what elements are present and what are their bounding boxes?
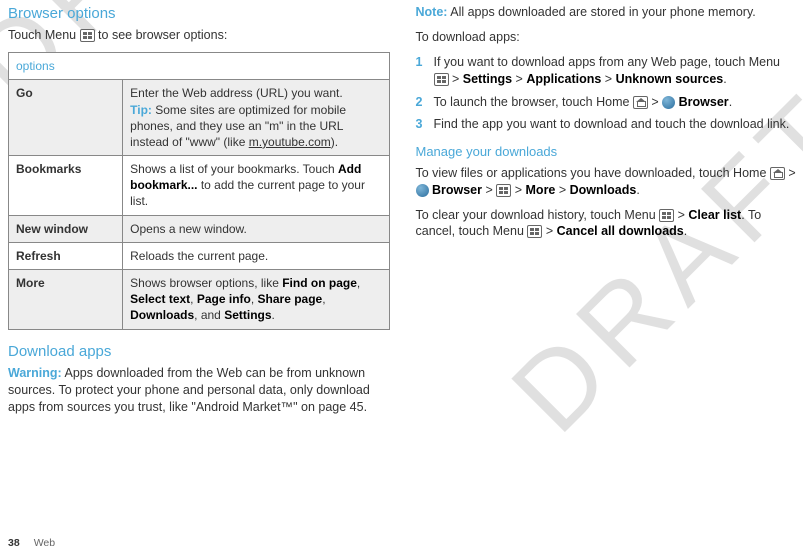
row-text: Shows a list of your bookmarks. Touch xyxy=(130,162,338,176)
clear-bold: Cancel all downloads xyxy=(557,224,684,238)
step-bold: Applications xyxy=(526,72,601,86)
row-desc: Reloads the current page. xyxy=(123,242,389,269)
table-row: New window Opens a new window. xyxy=(9,215,390,242)
row-bold: Downloads xyxy=(130,308,194,322)
note-label: Note: xyxy=(416,5,448,19)
menu-icon xyxy=(659,209,674,222)
view-bold: More xyxy=(526,183,556,197)
globe-icon xyxy=(662,96,675,109)
download-apps-heading: Download apps xyxy=(8,342,390,362)
row-text: Enter the Web address (URL) you want. xyxy=(130,86,343,100)
row-desc: Shows browser options, like Find on page… xyxy=(123,270,389,330)
home-icon xyxy=(633,96,648,109)
table-row: Bookmarks Shows a list of your bookmarks… xyxy=(9,156,390,216)
step-bold: Unknown sources xyxy=(616,72,724,86)
list-item: To launch the browser, touch Home > Brow… xyxy=(416,94,798,111)
note-text: All apps downloaded are stored in your p… xyxy=(447,5,755,19)
view-downloads-para: To view files or applications you have d… xyxy=(416,165,798,199)
menu-icon xyxy=(496,184,511,197)
row-label: Bookmarks xyxy=(9,156,123,216)
menu-icon xyxy=(434,73,449,86)
row-bold: Select text xyxy=(130,292,190,306)
intro-line: Touch Menu to see browser options: xyxy=(8,27,390,44)
browser-options-heading: Browser options xyxy=(8,4,390,24)
intro-post: to see browser options: xyxy=(95,28,228,42)
step-text: If you want to download apps from any We… xyxy=(434,55,781,69)
manage-downloads-heading: Manage your downloads xyxy=(416,143,798,161)
row-label: Refresh xyxy=(9,242,123,269)
row-bold: Share page xyxy=(258,292,323,306)
clear-bold: Clear list xyxy=(688,208,741,222)
row-label: Go xyxy=(9,80,123,156)
view-bold: Browser xyxy=(432,183,482,197)
tip-link: m.youtube.com xyxy=(249,135,331,149)
view-text: To view files or applications you have d… xyxy=(416,166,770,180)
warning-para: Warning: Apps downloaded from the Web ca… xyxy=(8,365,390,416)
row-label: More xyxy=(9,270,123,330)
intro-pre: Touch Menu xyxy=(8,28,80,42)
list-item: Find the app you want to download and to… xyxy=(416,116,798,133)
step-bold: Settings xyxy=(463,72,512,86)
view-bold: Downloads xyxy=(570,183,637,197)
tip-label: Tip: xyxy=(130,103,152,117)
row-bold: Find on page xyxy=(282,276,357,290)
table-row: Go Enter the Web address (URL) you want.… xyxy=(9,80,390,156)
row-bold: Settings xyxy=(224,308,271,322)
download-steps: If you want to download apps from any We… xyxy=(416,54,798,134)
to-download-line: To download apps: xyxy=(416,29,798,46)
warning-label: Warning: xyxy=(8,366,62,380)
table-row: More Shows browser options, like Find on… xyxy=(9,270,390,330)
options-table: options Go Enter the Web address (URL) y… xyxy=(8,52,390,329)
clear-downloads-para: To clear your download history, touch Me… xyxy=(416,207,798,241)
warning-text: Apps downloaded from the Web can be from… xyxy=(8,366,370,414)
row-label: New window xyxy=(9,215,123,242)
step-bold: Browser xyxy=(679,95,729,109)
tip-close: ). xyxy=(331,135,338,149)
step-text: To launch the browser, touch Home xyxy=(434,95,633,109)
globe-icon xyxy=(416,184,429,197)
row-bold: Page info xyxy=(197,292,251,306)
home-icon xyxy=(770,167,785,180)
note-para: Note: All apps downloaded are stored in … xyxy=(416,4,798,21)
page-footer: 38 Web xyxy=(8,536,55,550)
table-header: options xyxy=(9,53,390,80)
list-item: If you want to download apps from any We… xyxy=(416,54,798,88)
page-number: 38 xyxy=(8,537,20,549)
row-desc: Opens a new window. xyxy=(123,215,389,242)
table-row: Refresh Reloads the current page. xyxy=(9,242,390,269)
row-desc: Shows a list of your bookmarks. Touch Ad… xyxy=(123,156,389,216)
row-desc: Enter the Web address (URL) you want. Ti… xyxy=(123,80,389,156)
left-column: Browser options Touch Menu to see browse… xyxy=(8,4,390,530)
menu-icon xyxy=(80,29,95,42)
menu-icon xyxy=(527,225,542,238)
clear-text: To clear your download history, touch Me… xyxy=(416,208,660,222)
right-column: Note: All apps downloaded are stored in … xyxy=(416,4,798,530)
step-text: Find the app you want to download and to… xyxy=(434,117,790,131)
row-text: Shows browser options, like xyxy=(130,276,282,290)
section-name: Web xyxy=(34,537,55,549)
